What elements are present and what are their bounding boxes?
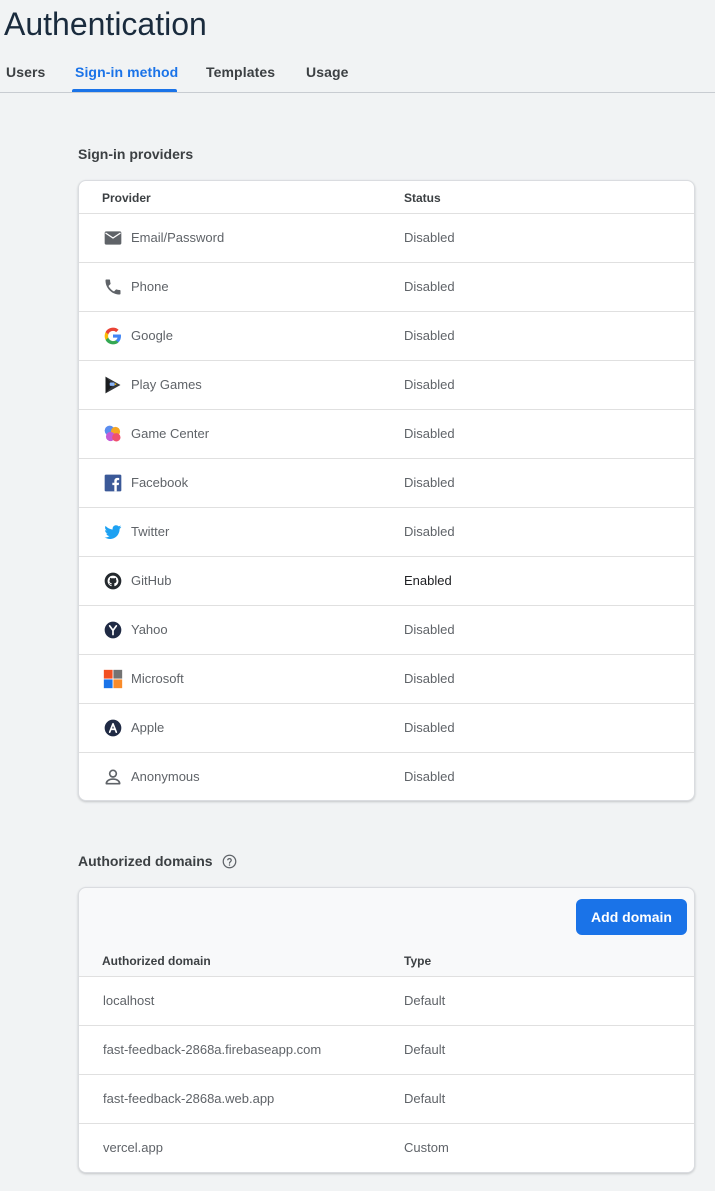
domain-type: Default: [404, 993, 446, 1008]
provider-name: Phone: [131, 279, 169, 294]
domain-name: vercel.app: [103, 1140, 163, 1155]
domain-column-header: Authorized domain: [102, 954, 211, 968]
tab-usage[interactable]: Usage: [306, 64, 349, 80]
tab-users[interactable]: Users: [6, 64, 45, 80]
tab-templates[interactable]: Templates: [206, 64, 275, 80]
add-domain-button[interactable]: Add domain: [576, 899, 687, 935]
domain-row[interactable]: localhost Default: [79, 977, 694, 1026]
provider-status: Disabled: [404, 279, 455, 294]
domain-row[interactable]: fast-feedback-2868a.web.app Default: [79, 1075, 694, 1124]
twitter-icon: [104, 525, 122, 539]
provider-row-twitter[interactable]: Twitter Disabled: [79, 508, 694, 557]
github-icon: [104, 572, 122, 590]
sign-in-providers-title: Sign-in providers: [78, 146, 194, 162]
authorized-domains-label: Authorized domains: [78, 853, 213, 869]
provider-status: Disabled: [404, 769, 455, 784]
phone-icon: [105, 279, 121, 295]
provider-name: Play Games: [131, 377, 202, 392]
provider-row-email-password[interactable]: Email/Password Disabled: [79, 214, 694, 263]
active-tab-indicator: [72, 89, 177, 92]
domain-row[interactable]: vercel.app Custom: [79, 1124, 694, 1172]
provider-row-play-games[interactable]: Play Games Disabled: [79, 361, 694, 410]
provider-name: Email/Password: [131, 230, 225, 245]
domain-name: localhost: [103, 993, 155, 1008]
provider-row-apple[interactable]: Apple Disabled: [79, 704, 694, 753]
provider-status: Disabled: [404, 524, 455, 539]
play-games-icon: [105, 376, 121, 394]
provider-row-github[interactable]: GitHub Enabled: [79, 557, 694, 606]
google-icon: [104, 327, 121, 345]
provider-name: Microsoft: [131, 671, 184, 686]
provider-row-yahoo[interactable]: Yahoo Disabled: [79, 606, 694, 655]
help-circle-icon[interactable]: [222, 854, 237, 869]
authorized-domains-table: Add domain Authorized domain Type localh…: [78, 887, 695, 1173]
domains-table-header: Authorized domain Type: [79, 944, 694, 977]
provider-name: Game Center: [131, 426, 210, 441]
domain-type: Default: [404, 1042, 446, 1057]
provider-status: Disabled: [404, 720, 455, 735]
provider-row-anonymous[interactable]: Anonymous Disabled: [79, 753, 694, 800]
provider-status: Disabled: [404, 328, 455, 343]
provider-status: Disabled: [404, 426, 455, 441]
provider-row-facebook[interactable]: Facebook Disabled: [79, 459, 694, 508]
authorized-domains-title: Authorized domains: [78, 853, 237, 869]
provider-status: Disabled: [404, 475, 455, 490]
provider-status: Disabled: [404, 622, 455, 637]
provider-row-game-center[interactable]: Game Center Disabled: [79, 410, 694, 459]
provider-status: Enabled: [404, 573, 452, 588]
sign-in-providers-table: Provider Status Email/Password Disabled …: [78, 180, 695, 801]
provider-status: Disabled: [404, 671, 455, 686]
domain-type: Default: [404, 1091, 446, 1106]
type-column-header: Type: [404, 954, 432, 968]
provider-row-microsoft[interactable]: Microsoft Disabled: [79, 655, 694, 704]
provider-name: Facebook: [131, 475, 189, 490]
provider-name: Twitter: [131, 524, 170, 539]
status-column-header: Status: [404, 191, 441, 205]
domain-type: Custom: [404, 1140, 449, 1155]
provider-name: Anonymous: [131, 769, 200, 784]
page-title: Authentication: [4, 6, 207, 42]
provider-column-header: Provider: [102, 191, 151, 205]
provider-row-phone[interactable]: Phone Disabled: [79, 263, 694, 312]
email-icon: [104, 231, 122, 245]
provider-name: Google: [131, 328, 173, 343]
game-center-icon: [104, 425, 121, 442]
provider-status: Disabled: [404, 230, 455, 245]
anonymous-icon: [105, 769, 121, 785]
provider-name: GitHub: [131, 573, 172, 588]
yahoo-icon: [104, 621, 122, 639]
apple-icon: [104, 719, 122, 737]
domains-toolbar: Add domain: [79, 888, 694, 944]
providers-table-header: Provider Status: [79, 181, 694, 214]
tab-sign-in-method[interactable]: Sign-in method: [75, 64, 178, 80]
provider-status: Disabled: [404, 377, 455, 392]
facebook-icon: [104, 474, 122, 492]
provider-name: Apple: [131, 720, 165, 735]
microsoft-icon: [103, 669, 123, 689]
domain-name: fast-feedback-2868a.web.app: [103, 1091, 275, 1106]
domain-name: fast-feedback-2868a.firebaseapp.com: [103, 1042, 322, 1057]
provider-name: Yahoo: [131, 622, 168, 637]
domain-row[interactable]: fast-feedback-2868a.firebaseapp.com Defa…: [79, 1026, 694, 1075]
tab-bar: Users Sign-in method Templates Usage: [0, 56, 715, 93]
provider-row-google[interactable]: Google Disabled: [79, 312, 694, 361]
